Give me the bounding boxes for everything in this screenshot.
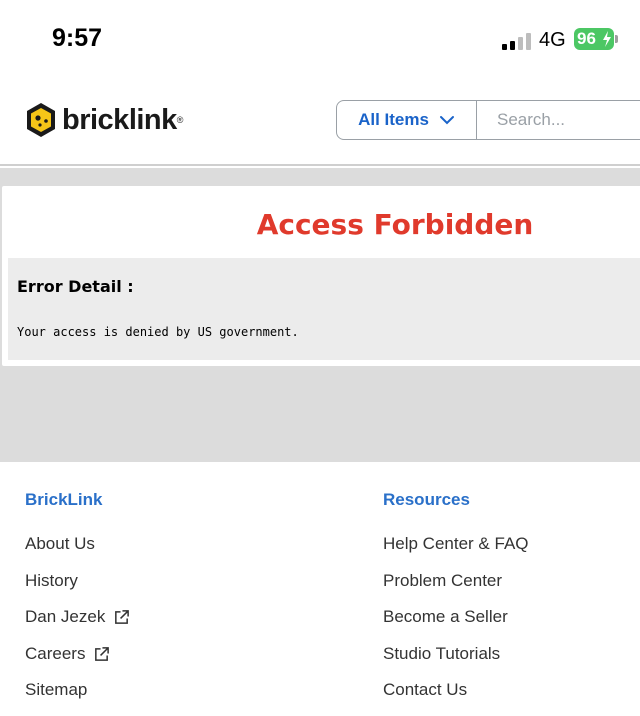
network-type: 4G	[539, 29, 566, 51]
link-label: About Us	[25, 534, 95, 553]
link-label: Help Center & FAQ	[383, 534, 529, 553]
logo-wordmark: bricklink	[62, 103, 177, 136]
battery-icon: 96	[574, 28, 618, 50]
charging-bolt-icon	[603, 31, 611, 47]
category-dropdown[interactable]: All Items	[336, 100, 477, 140]
category-label: All Items	[358, 110, 429, 129]
link-label: Problem Center	[383, 571, 503, 590]
search-bar: All Items	[336, 100, 640, 140]
link-label: Studio Tutorials	[383, 644, 501, 663]
external-link-icon	[95, 646, 110, 661]
status-time: 9:57	[52, 24, 103, 52]
error-title: Access Forbidden	[256, 208, 534, 241]
status-bar: 9:57 4G 96	[0, 0, 640, 80]
footer-heading-bricklink: BrickLink	[25, 490, 103, 509]
footer-link-studio-tutorials[interactable]: Studio Tutorials	[383, 644, 500, 664]
site-header: bricklink ® All Items	[0, 80, 640, 166]
error-detail-box	[8, 258, 640, 360]
footer-link-sitemap[interactable]: Sitemap	[25, 680, 87, 700]
footer-link-careers[interactable]: Careers	[25, 644, 110, 664]
external-link-icon	[115, 609, 130, 624]
link-label: Contact Us	[383, 680, 468, 699]
link-label: Careers	[25, 644, 86, 663]
error-detail-label: Error Detail :	[17, 277, 134, 296]
footer-link-dan-jezek[interactable]: Dan Jezek	[25, 607, 130, 627]
footer-heading-resources: Resources	[383, 490, 470, 509]
bricklink-logo[interactable]: bricklink ®	[24, 100, 183, 140]
site-footer: BrickLink About Us History Dan Jezek Car…	[0, 462, 640, 716]
footer-link-contact-us[interactable]: Contact Us	[383, 680, 467, 700]
footer-link-become-seller[interactable]: Become a Seller	[383, 607, 508, 627]
registered-mark: ®	[176, 115, 184, 125]
search-input[interactable]	[477, 100, 640, 140]
footer-link-about-us[interactable]: About Us	[25, 534, 95, 554]
link-label: History	[25, 571, 78, 590]
brick-logo-icon	[27, 103, 55, 137]
link-label: Sitemap	[25, 680, 88, 699]
battery-level: 96	[577, 29, 596, 48]
error-message: Your access is denied by US government.	[17, 325, 299, 339]
footer-link-problem-center[interactable]: Problem Center	[383, 571, 502, 591]
link-label: Become a Seller	[383, 607, 508, 626]
chevron-down-icon	[439, 116, 454, 125]
cellular-signal-icon	[502, 32, 532, 50]
link-label: Dan Jezek	[25, 607, 106, 626]
footer-link-history[interactable]: History	[25, 571, 78, 591]
footer-link-help-center[interactable]: Help Center & FAQ	[383, 534, 529, 554]
